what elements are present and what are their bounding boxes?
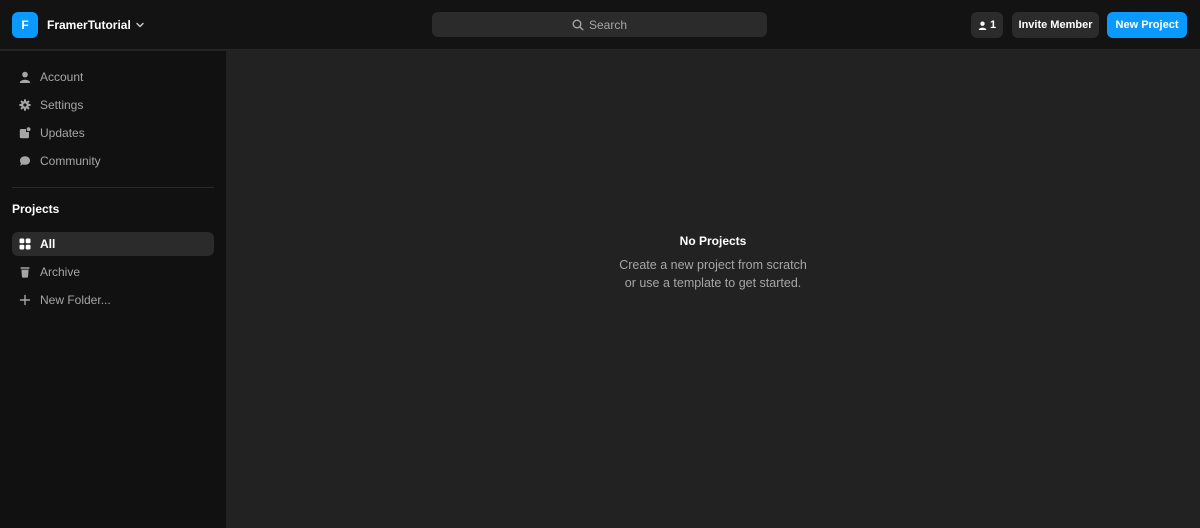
sidebar-item-label: Updates (40, 126, 85, 140)
sidebar-item-label: Archive (40, 265, 81, 279)
search-icon (572, 19, 584, 31)
sidebar-item-settings[interactable]: Settings (12, 93, 214, 117)
gear-icon (18, 98, 32, 112)
chat-bubble-icon (18, 154, 32, 168)
updates-icon (18, 126, 32, 140)
empty-state-title: No Projects (679, 234, 747, 248)
sidebar-item-new-folder[interactable]: New Folder... (12, 288, 214, 312)
search-input[interactable]: Search (432, 12, 767, 37)
sidebar-item-account[interactable]: Account (12, 65, 214, 89)
workspace-avatar: F (12, 12, 38, 38)
empty-state-description-line-2: or use a template to get started. (624, 276, 802, 290)
plus-icon (18, 293, 32, 307)
user-icon (978, 21, 987, 30)
workspace-switcher[interactable]: F FramerTutorial (12, 12, 145, 38)
sidebar-item-label: New Folder... (40, 293, 111, 307)
user-icon (18, 70, 32, 84)
sidebar-item-label: Community (40, 154, 101, 168)
invite-member-button[interactable]: Invite Member (1012, 12, 1099, 38)
projects-section-title: Projects (12, 202, 60, 216)
top-bar: F FramerTutorial Search 1 Invite Member … (0, 0, 1200, 50)
search-placeholder: Search (588, 17, 628, 32)
sidebar-item-community[interactable]: Community (12, 149, 214, 173)
sidebar-item-label: All (40, 237, 56, 251)
sidebar: Account Settings Updates Community Proje… (0, 51, 226, 528)
chevron-down-icon (135, 20, 145, 30)
empty-state-description-line-1: Create a new project from scratch (619, 258, 807, 272)
sidebar-item-label: Account (40, 70, 84, 84)
empty-state: No Projects Create a new project from sc… (226, 234, 1200, 292)
app-window: F FramerTutorial Search 1 Invite Member … (0, 0, 1200, 528)
sidebar-item-label: Settings (40, 98, 84, 112)
workspace-name: FramerTutorial (47, 18, 131, 32)
sidebar-item-archive[interactable]: Archive (12, 260, 214, 284)
members-button[interactable]: 1 (971, 12, 1003, 38)
main-content: No Projects Create a new project from sc… (226, 51, 1200, 528)
new-project-button[interactable]: New Project (1107, 12, 1187, 38)
members-count: 1 (989, 19, 997, 31)
sidebar-item-updates[interactable]: Updates (12, 121, 214, 145)
sidebar-item-all[interactable]: All (12, 232, 214, 256)
grid-icon (18, 237, 32, 251)
trash-icon (18, 265, 32, 279)
sidebar-divider (12, 187, 214, 188)
